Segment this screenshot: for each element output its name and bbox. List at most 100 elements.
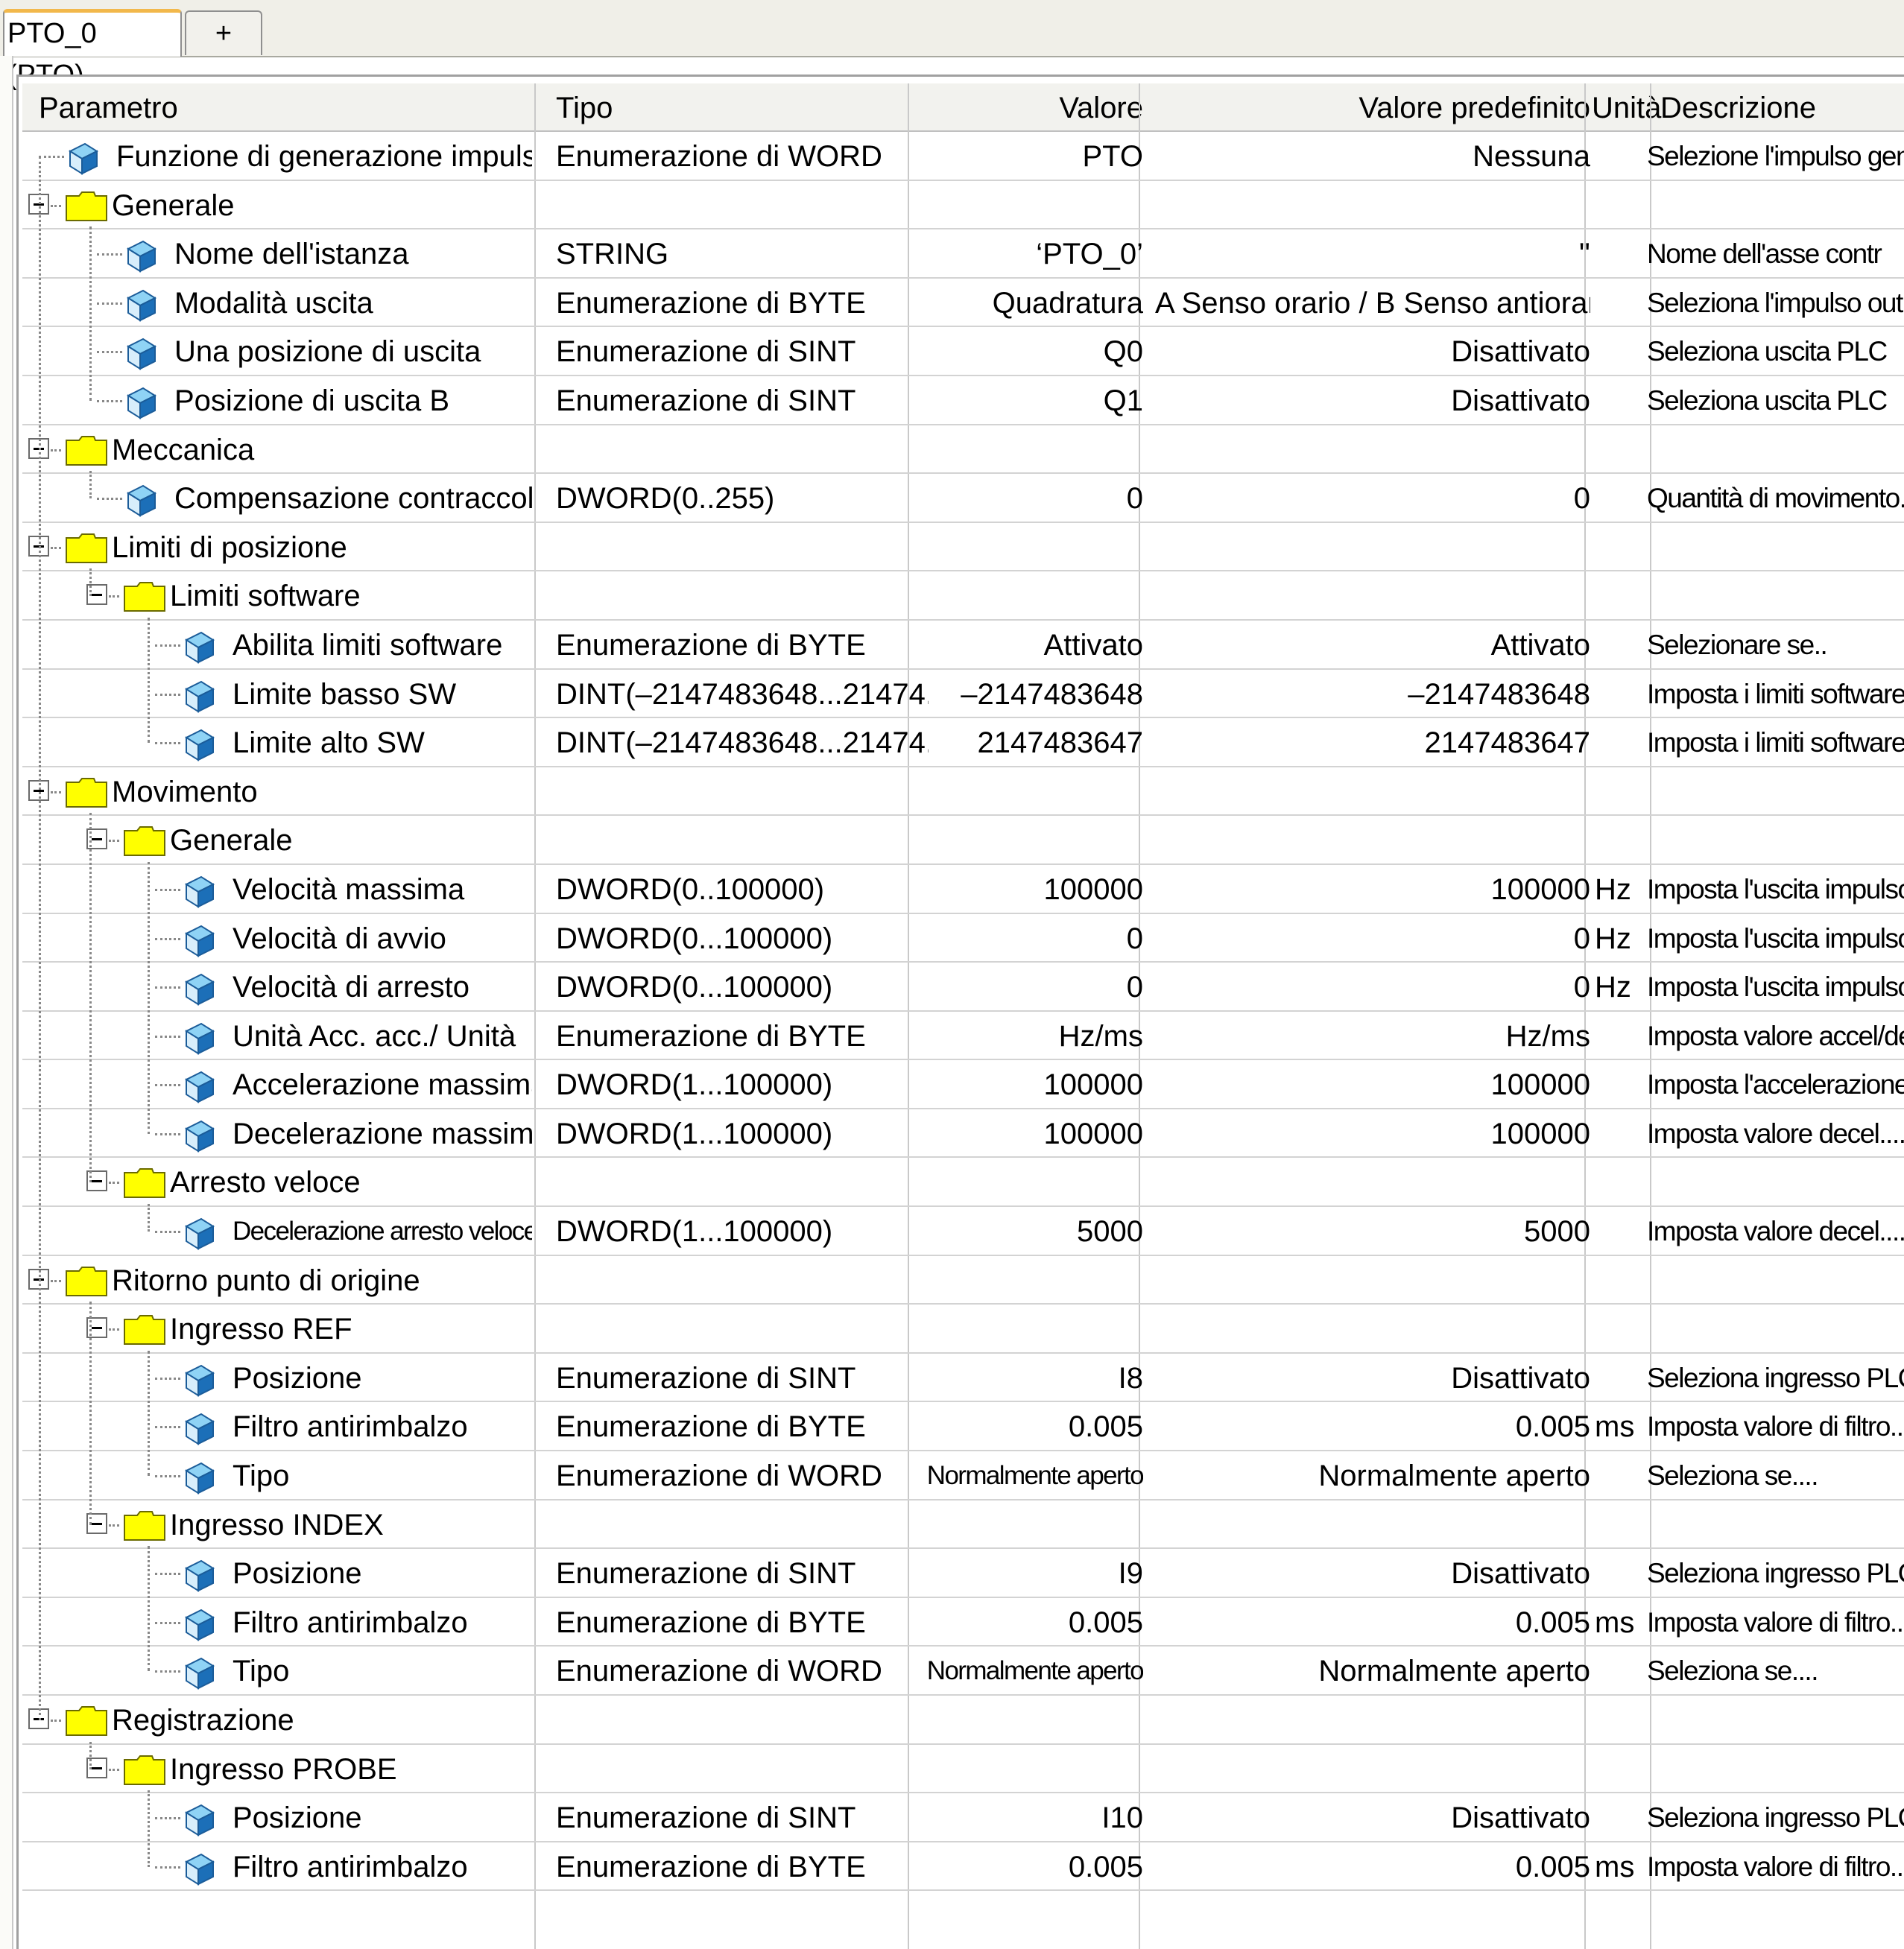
param-value-cell[interactable]: 100000	[909, 1109, 1143, 1156]
table-row[interactable]: Posizione di uscita B Enumerazione di SIN…	[22, 376, 1904, 425]
param-value-cell[interactable]: 0	[909, 474, 1143, 521]
tab-bar: PTO_0 (PTO) +	[0, 0, 1904, 91]
param-type-cell: DINT(–2147483648...21474...	[556, 726, 929, 760]
parameter-icon	[184, 1804, 215, 1837]
tree-folder-row[interactable]: Meccanica	[22, 425, 1904, 475]
param-label: Funzione di generazione impulso	[116, 140, 532, 173]
table-row[interactable]: Filtro antirimbalzo Enumerazione di BYTE 0…	[22, 1842, 1904, 1892]
param-name-cell: Velocità di arresto	[22, 963, 532, 1010]
tree-folder-row[interactable]: Registrazione	[22, 1696, 1904, 1745]
table-row[interactable]: Posizione Enumerazione di SINT I9 Disattiva…	[22, 1549, 1904, 1598]
param-value-cell[interactable]: 0	[909, 914, 1143, 961]
table-row[interactable]: Compensazione contraccolpo DWORD(0..255) 0…	[22, 474, 1904, 523]
tree-connector	[89, 813, 92, 1183]
grid-rows: Funzione di generazione impulso Enumerazi…	[22, 132, 1904, 1892]
table-row[interactable]: Limite basso SW DINT(–2147483648...21474.…	[22, 670, 1904, 719]
tree-folder-row[interactable]: Ritorno punto di origine	[22, 1256, 1904, 1305]
folder-icon	[66, 435, 107, 466]
table-row[interactable]: Posizione Enumerazione di SINT I8 Disattiva…	[22, 1354, 1904, 1403]
param-desc-cell: Imposta i limiti software..	[1647, 727, 1904, 758]
param-value-cell[interactable]: I9	[909, 1549, 1143, 1596]
table-row[interactable]: Unità Acc. acc./ Unità Enumerazione di BY…	[22, 1012, 1904, 1061]
param-desc-cell: Imposta valore di filtro...	[1647, 1411, 1904, 1442]
folder-label: Limiti di posizione	[112, 530, 347, 564]
folder-icon	[124, 1315, 165, 1346]
param-default-cell: 0	[1573, 971, 1590, 1004]
param-value-cell[interactable]: –2147483648	[909, 670, 1143, 717]
param-value-cell[interactable]: I10	[909, 1793, 1143, 1840]
param-value-cell[interactable]: 0.005	[909, 1842, 1143, 1889]
table-row[interactable]: Funzione di generazione impulso Enumerazi…	[22, 132, 1904, 181]
param-value-cell[interactable]: Normalmente aperto	[909, 1451, 1143, 1498]
tree-connector	[148, 1204, 150, 1232]
param-value-cell[interactable]: Quadratura	[909, 279, 1143, 326]
param-value-cell[interactable]: Q1	[909, 376, 1143, 423]
param-value-cell[interactable]: PTO	[909, 132, 1143, 179]
param-unit-cell: Hz	[1595, 922, 1631, 955]
param-value-cell[interactable]: ‘PTO_0’	[909, 229, 1143, 276]
table-row[interactable]: Tipo Enumerazione di WORD Normalmente aper…	[22, 1451, 1904, 1500]
param-unit-cell	[1595, 376, 1654, 423]
param-label: Limite alto SW	[233, 726, 425, 760]
table-row[interactable]: Decelerazione arresto veloce DWORD(1...10…	[22, 1207, 1904, 1256]
param-desc-cell: Quantità di movimento...	[1647, 483, 1904, 514]
col-header-default[interactable]: Valore predefinito	[1155, 83, 1590, 130]
table-row[interactable]: Una posizione di uscita Enumerazione di S…	[22, 327, 1904, 376]
col-header-type[interactable]: Tipo	[556, 83, 613, 130]
tree-folder-row[interactable]: Generale	[22, 816, 1904, 865]
tree-folder-row[interactable]: Arresto veloce	[22, 1158, 1904, 1208]
table-row[interactable]: Decelerazione massima DWORD(1...100000) 10…	[22, 1109, 1904, 1159]
param-value-cell[interactable]: Normalmente aperto	[909, 1647, 1143, 1693]
col-header-desc[interactable]: Descrizione	[1660, 83, 1816, 130]
table-row[interactable]: Filtro antirimbalzo Enumerazione di BYTE 0…	[22, 1402, 1904, 1452]
table-row[interactable]: Abilita limiti software Enumerazione di B…	[22, 621, 1904, 670]
param-unit-cell	[1595, 1647, 1654, 1693]
param-unit-cell: Hz	[1595, 971, 1631, 1004]
param-label: Abilita limiti software	[233, 628, 503, 662]
table-row[interactable]: Tipo Enumerazione di WORD Normalmente aper…	[22, 1647, 1904, 1696]
add-tab-button[interactable]: +	[185, 10, 262, 55]
tree-folder-row[interactable]: Ingresso REF	[22, 1305, 1904, 1354]
param-value-cell[interactable]: I8	[909, 1354, 1143, 1401]
col-header-param[interactable]: Parametro	[39, 83, 178, 130]
param-value-cell[interactable]: 0.005	[909, 1402, 1143, 1449]
param-type-cell: Enumerazione di WORD	[556, 140, 882, 173]
parameter-icon	[184, 1853, 215, 1886]
param-value-cell[interactable]: Hz/ms	[909, 1012, 1143, 1059]
param-name-cell: Unità Acc. acc./ Unità	[22, 1012, 532, 1059]
tree-folder-row[interactable]: Limiti software	[22, 571, 1904, 621]
param-label: Posizione	[233, 1361, 362, 1395]
table-row[interactable]: Velocità di avvio DWORD(0...100000) 0 0 Hz Im…	[22, 914, 1904, 963]
tree-folder-row[interactable]: Movimento	[22, 767, 1904, 817]
tab-pto0[interactable]: PTO_0 (PTO)	[3, 9, 182, 91]
table-row[interactable]: Limite alto SW DINT(–2147483648...21474..…	[22, 718, 1904, 767]
table-row[interactable]: Nome dell'istanza STRING ‘PTO_0’ '' Nome del…	[22, 229, 1904, 279]
table-row[interactable]: Filtro antirimbalzo Enumerazione di BYTE 0…	[22, 1598, 1904, 1647]
param-value-cell[interactable]: 0	[909, 963, 1143, 1010]
param-value-cell[interactable]: Q0	[909, 327, 1143, 374]
col-header-value[interactable]: Valore	[909, 83, 1143, 130]
parameter-icon	[184, 1609, 215, 1641]
tree-folder-row[interactable]: Generale	[22, 181, 1904, 230]
param-label: Velocità massima	[233, 872, 465, 906]
table-row[interactable]: Accelerazione massima DWORD(1...100000) 10…	[22, 1060, 1904, 1109]
param-value-cell[interactable]: Attivato	[909, 621, 1143, 668]
parameter-icon	[184, 1658, 215, 1690]
param-label: Accelerazione massima	[233, 1068, 532, 1102]
tree-folder-row[interactable]: Ingresso INDEX	[22, 1500, 1904, 1550]
param-name-cell: Tipo	[22, 1647, 532, 1693]
folder-icon	[124, 1510, 165, 1541]
table-row[interactable]: Velocità massima DWORD(0..100000) 100000 10…	[22, 865, 1904, 914]
table-row[interactable]: Velocità di arresto DWORD(0...100000) 0 0 Hz…	[22, 963, 1904, 1012]
param-value-cell[interactable]: 100000	[909, 1060, 1143, 1107]
tree-folder-row[interactable]: Ingresso PROBE	[22, 1745, 1904, 1794]
param-value-cell[interactable]: 100000	[909, 865, 1143, 912]
param-value-cell[interactable]: 5000	[909, 1207, 1143, 1254]
param-value-cell[interactable]: 0.005	[909, 1598, 1143, 1645]
table-row[interactable]: Modalità uscita Enumerazione di BYTE Quadr…	[22, 279, 1904, 328]
param-name-cell: Ingresso REF	[22, 1305, 532, 1351]
tree-folder-row[interactable]: Limiti di posizione	[22, 523, 1904, 572]
param-value-cell[interactable]: 2147483647	[909, 718, 1143, 765]
param-default-cell: 0.005	[1515, 1850, 1590, 1883]
table-row[interactable]: Posizione Enumerazione di SINT I10 Disattiv…	[22, 1793, 1904, 1842]
